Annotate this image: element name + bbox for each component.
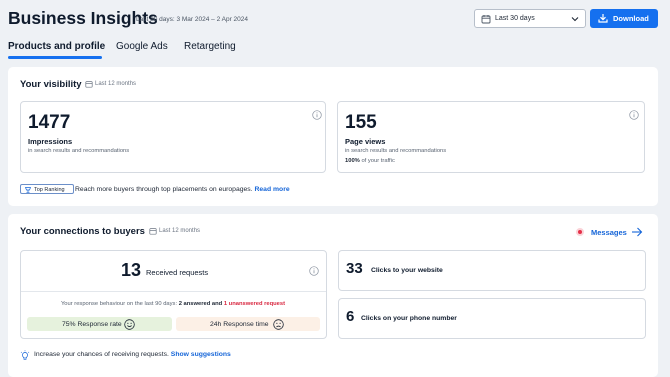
connections-period: Last 12 months <box>159 228 201 234</box>
website-clicks-label: Clicks to your website <box>371 267 443 274</box>
trophy-icon <box>24 187 32 193</box>
top-ranking-badge: Top Ranking <box>20 184 74 194</box>
traffic-suffix: of your traffic <box>361 158 395 164</box>
promo-text: Reach more buyers through top placements… <box>75 186 253 193</box>
page-views-value: 155 <box>345 112 377 133</box>
phone-clicks-label: Clicks on your phone number <box>361 315 457 322</box>
impressions-value: 1477 <box>28 112 71 133</box>
visibility-title: Your visibility <box>20 79 82 90</box>
phone-clicks-box: 6 Clicks on your phone number <box>338 298 646 339</box>
divider <box>21 291 326 292</box>
unanswered-count: 1 unanswered request <box>223 301 286 307</box>
tab-products-and-profile[interactable]: Products and profile <box>8 41 105 52</box>
notification-dot <box>576 228 584 236</box>
download-button[interactable]: Download <box>590 9 658 28</box>
response-time-label: 24h Response time <box>210 320 269 328</box>
response-time-pill: 24h Response time <box>176 317 320 331</box>
info-icon[interactable] <box>309 266 319 276</box>
page-views-desc: in search results and recommandations <box>345 148 447 154</box>
calendar-icon <box>481 15 491 24</box>
suggestion-text-wrap: Increase your chances of receiving reque… <box>34 351 231 358</box>
download-icon <box>598 14 608 23</box>
active-tab-indicator <box>8 56 102 59</box>
download-label: Download <box>613 14 649 23</box>
period-select[interactable]: Last 30 days <box>474 9 586 28</box>
received-requests-value: 13 <box>121 260 142 280</box>
chevron-down-icon <box>571 17 579 22</box>
connections-title: Your connections to buyers <box>20 226 145 237</box>
page-views-label: Page views <box>345 137 386 146</box>
date-range-text: Last 30 days: 3 Mar 2024 – 2 Apr 2024 <box>136 16 249 23</box>
promo-text-line: Reach more buyers through top placements… <box>75 186 290 193</box>
traffic-share: 100% of your traffic <box>345 158 395 164</box>
badge-label: Top Ranking <box>34 186 65 193</box>
calendar-icon <box>149 228 157 235</box>
and-text: and <box>211 301 223 307</box>
smile-icon <box>124 319 135 330</box>
messages-label: Messages <box>591 228 627 237</box>
phone-clicks-value: 6 <box>346 308 355 325</box>
response-rate-label: 75% Response rate <box>62 320 122 328</box>
info-icon[interactable] <box>629 110 639 120</box>
impressions-label: Impressions <box>28 137 73 146</box>
arrow-right-icon <box>632 227 643 237</box>
response-behaviour-line: Your response behaviour on the last 90 d… <box>20 301 326 307</box>
tab-retargeting[interactable]: Retargeting <box>184 41 236 52</box>
show-suggestions-link[interactable]: Show suggestions <box>171 351 231 358</box>
suggestion-text: Increase your chances of receiving reque… <box>34 351 169 358</box>
response-prefix: Your response behaviour on the last 90 d… <box>60 301 178 307</box>
website-clicks-box: 33 Clicks to your website <box>338 250 646 291</box>
visibility-period: Last 12 months <box>95 81 137 87</box>
impressions-desc: in search results and recommandations <box>28 148 130 154</box>
answered-count: 2 answered <box>178 301 211 307</box>
traffic-pct: 100% <box>345 158 360 164</box>
received-requests-label: Received requests <box>146 268 209 277</box>
connections-card: Your connections to buyers Last 12 month… <box>8 214 658 377</box>
lightbulb-icon <box>20 350 30 360</box>
info-icon[interactable] <box>312 110 322 120</box>
tab-google-ads[interactable]: Google Ads <box>116 41 168 52</box>
period-select-value: Last 30 days <box>495 15 535 22</box>
website-clicks-value: 33 <box>346 260 363 277</box>
frown-icon <box>273 319 284 330</box>
visibility-card: Your visibility Last 12 months 1477 Impr… <box>8 67 658 206</box>
impressions-box: 1477 Impressions in search results and r… <box>20 101 326 173</box>
response-rate-pill: 75% Response rate <box>27 317 172 331</box>
read-more-link[interactable]: Read more <box>254 186 289 193</box>
calendar-icon <box>85 81 93 88</box>
page-views-box: 155 Page views in search results and rec… <box>337 101 645 173</box>
